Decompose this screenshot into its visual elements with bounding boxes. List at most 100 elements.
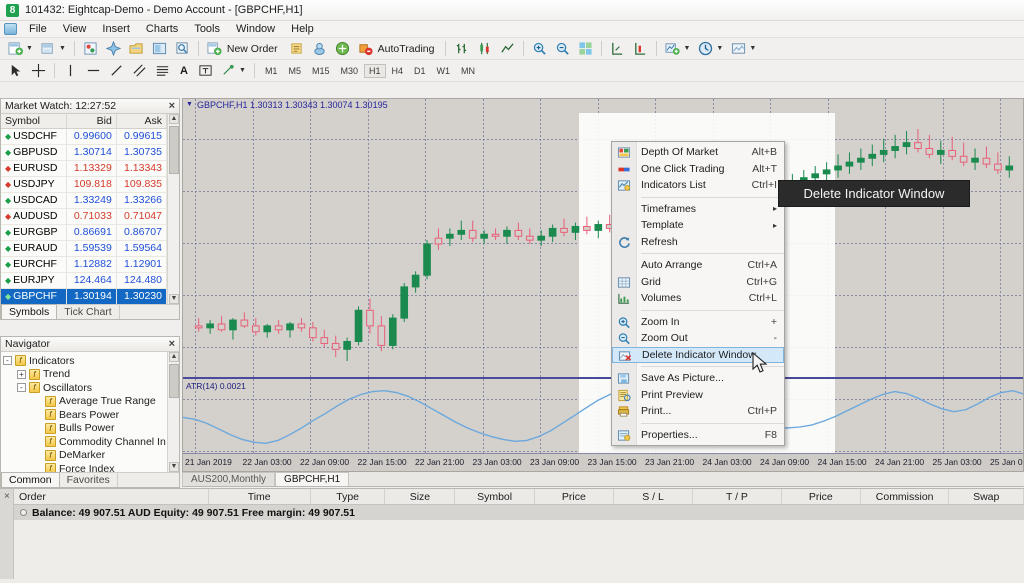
context-menu-item-zoom-out[interactable]: Zoom Out - — [612, 330, 784, 347]
terminal-column-price[interactable]: Price — [535, 489, 614, 504]
zoom-in-toolbar-button[interactable] — [529, 40, 550, 58]
menu-insert[interactable]: Insert — [95, 22, 137, 36]
auto-scroll-button[interactable] — [630, 40, 651, 58]
scrollbar-thumb[interactable] — [169, 126, 179, 174]
new-order-button[interactable]: New Order — [204, 40, 284, 58]
market-watch-row[interactable]: ◆ EURJPY 124.464 124.480 — [1, 272, 167, 289]
tab-symbols[interactable]: Symbols — [1, 304, 58, 319]
timeframe-m15-button[interactable]: M15 — [307, 64, 335, 78]
autotrading-button[interactable]: AutoTrading — [355, 40, 441, 58]
chart-menu-icon[interactable]: ▼ — [186, 101, 193, 108]
fibonacci-button[interactable] — [152, 62, 173, 80]
context-menu-item-print-preview[interactable]: Print Preview — [612, 387, 784, 404]
terminal-column-s-l[interactable]: S / L — [614, 489, 694, 504]
timeframe-d1-button[interactable]: D1 — [409, 64, 431, 78]
vertical-line-button[interactable] — [60, 62, 81, 80]
navigator-node[interactable]: - f Oscillators — [3, 381, 167, 395]
market-watch-row[interactable]: ◆ EURUSD 1.13329 1.13343 — [1, 160, 167, 177]
text-label-button[interactable] — [195, 62, 216, 80]
context-menu-item-depth-of-market[interactable]: Depth Of Market Alt+B — [612, 144, 784, 161]
market-watch-button[interactable] — [80, 40, 101, 58]
indicators-caret-icon[interactable]: ▼ — [683, 45, 690, 52]
timeframe-m30-button[interactable]: M30 — [335, 64, 363, 78]
terminal-column-price[interactable]: Price — [782, 489, 861, 504]
tile-windows-button[interactable] — [575, 40, 596, 58]
new-chart-button[interactable]: ▼ — [5, 40, 36, 58]
close-icon[interactable]: × — [169, 100, 175, 112]
column-symbol[interactable]: Symbol — [1, 114, 67, 129]
timeframe-m5-button[interactable]: M5 — [283, 64, 306, 78]
timeframe-mn-button[interactable]: MN — [456, 64, 480, 78]
market-watch-row[interactable]: ◆ GBPUSD 1.30714 1.30735 — [1, 144, 167, 161]
line-chart-button[interactable] — [497, 40, 518, 58]
menu-charts[interactable]: Charts — [139, 22, 185, 36]
context-menu-item-indicators-list[interactable]: Indicators List Ctrl+I — [612, 177, 784, 194]
market-watch-row[interactable]: ◆ USDCAD 1.33249 1.33266 — [1, 192, 167, 209]
timeframe-w1-button[interactable]: W1 — [432, 64, 456, 78]
navigator-node[interactable]: f Commodity Channel In — [3, 435, 167, 449]
crosshair-tool-button[interactable] — [28, 62, 49, 80]
navigator-node[interactable]: f Average True Range — [3, 395, 167, 409]
context-menu-item-template[interactable]: Template ▸ — [612, 217, 784, 234]
profiles-caret-icon[interactable]: ▼ — [59, 45, 66, 52]
expert-advisors-button[interactable] — [332, 40, 353, 58]
market-watch-row[interactable]: ◆ EURGBP 0.86691 0.86707 — [1, 224, 167, 241]
indicators-button[interactable]: ▼ — [662, 40, 693, 58]
atr-indicator-pane[interactable]: ATR(14) 0.0021 — [183, 377, 1023, 453]
navigator-button[interactable] — [103, 40, 124, 58]
scroll-up-icon[interactable]: ▲ — [169, 352, 179, 362]
terminal-balance-row[interactable]: Balance: 49 907.51 AUD Equity: 49 907.51… — [14, 505, 1024, 520]
zoom-out-toolbar-button[interactable] — [552, 40, 573, 58]
equidistant-channel-button[interactable] — [129, 62, 150, 80]
bar-chart-button[interactable] — [451, 40, 472, 58]
market-watch-scrollbar[interactable]: ▲ ▼ — [167, 114, 179, 304]
market-watch-row[interactable]: ◆ EURAUD 1.59539 1.59564 — [1, 240, 167, 257]
navigator-node[interactable]: f Bulls Power — [3, 422, 167, 436]
market-watch-row[interactable]: ◆ USDJPY 109.818 109.835 — [1, 176, 167, 193]
terminal-button[interactable] — [126, 40, 147, 58]
navigator-node[interactable]: - f Indicators — [3, 354, 167, 368]
terminal-column-order[interactable]: Order — [14, 489, 209, 504]
close-icon[interactable]: × — [169, 338, 175, 350]
terminal-column-symbol[interactable]: Symbol — [455, 489, 535, 504]
mql5-community-button[interactable] — [309, 40, 330, 58]
column-ask[interactable]: Ask — [116, 114, 167, 129]
navigator-node[interactable]: f Bears Power — [3, 408, 167, 422]
menu-window[interactable]: Window — [229, 22, 282, 36]
new-chart-caret-icon[interactable]: ▼ — [26, 45, 33, 52]
context-menu-item-auto-arrange[interactable]: Auto Arrange Ctrl+A — [612, 257, 784, 274]
timeframe-h4-button[interactable]: H4 — [387, 64, 409, 78]
tab-common[interactable]: Common — [1, 472, 60, 487]
periodicity-caret-icon[interactable]: ▼ — [716, 45, 723, 52]
chart-tab-aus200[interactable]: AUS200,Monthly — [182, 472, 276, 486]
close-icon[interactable]: × — [4, 491, 10, 502]
scroll-down-icon[interactable]: ▼ — [169, 462, 179, 472]
market-watch-row[interactable]: ◆ GBPCHF 1.30194 1.30230 — [1, 288, 167, 304]
chart-window[interactable]: ▼ GBPCHF,H1 1.30313 1.30343 1.30074 1.30… — [182, 98, 1024, 472]
expand-icon[interactable] — [20, 509, 27, 516]
context-menu-item-print[interactable]: Print... Ctrl+P — [612, 403, 784, 420]
market-watch-row[interactable]: ◆ AUDUSD 0.71033 0.71047 — [1, 208, 167, 225]
terminal-column-size[interactable]: Size — [385, 489, 456, 504]
tab-tick-chart[interactable]: Tick Chart — [57, 305, 120, 319]
cursor-tool-button[interactable] — [5, 62, 26, 80]
metaeditor-button[interactable] — [286, 40, 307, 58]
text-tool-button[interactable]: A — [175, 62, 193, 80]
periodicity-button[interactable]: ▼ — [695, 40, 726, 58]
context-menu-item-zoom-in[interactable]: Zoom In + — [612, 314, 784, 331]
market-watch-row[interactable]: ◆ USDCHF 0.99600 0.99615 — [1, 128, 167, 145]
scrollbar-thumb[interactable] — [169, 364, 179, 398]
navigator-scrollbar[interactable]: ▲ ▼ — [167, 352, 179, 472]
column-bid[interactable]: Bid — [66, 114, 117, 129]
navigator-node[interactable]: f Force Index — [3, 462, 167, 472]
context-menu-item-volumes[interactable]: Volumes Ctrl+L — [612, 290, 784, 307]
tab-favorites[interactable]: Favorites — [60, 473, 118, 487]
context-menu-item-timeframes[interactable]: Timeframes ▸ — [612, 201, 784, 218]
terminal-column-commission[interactable]: Commission — [861, 489, 950, 504]
context-menu-item-grid[interactable]: Grid Ctrl+G — [612, 274, 784, 291]
templates-button[interactable]: ▼ — [728, 40, 759, 58]
timeframe-h1-button[interactable]: H1 — [364, 63, 386, 78]
menu-view[interactable]: View — [56, 22, 94, 36]
context-menu-item-refresh[interactable]: Refresh — [612, 234, 784, 251]
scroll-down-icon[interactable]: ▼ — [169, 294, 179, 304]
